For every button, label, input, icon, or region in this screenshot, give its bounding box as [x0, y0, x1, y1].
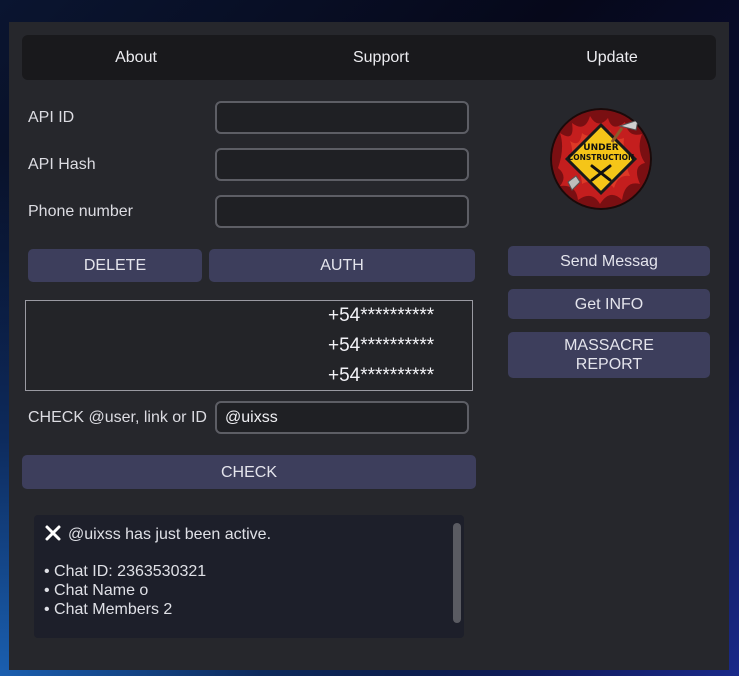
api-id-input[interactable]: [215, 101, 469, 134]
menu-bar: About Support Update: [22, 35, 716, 80]
result-panel[interactable]: @uixss has just been active. • Chat ID: …: [34, 515, 464, 638]
chat-name-text: • Chat Name o: [44, 582, 149, 599]
massacre-report-button[interactable]: MASSACRE REPORT: [508, 332, 710, 378]
status-line: @uixss has just been active.: [44, 524, 271, 544]
logo-text-under: UNDER: [583, 143, 618, 153]
check-input[interactable]: [215, 401, 469, 434]
list-item[interactable]: +54**********: [328, 335, 434, 357]
chat-id-text: • Chat ID: 2363530321: [44, 563, 207, 580]
result-scrollbar[interactable]: [453, 523, 461, 623]
menu-update[interactable]: Update: [542, 35, 682, 80]
phone-number-input[interactable]: [215, 195, 469, 228]
phone-number-list[interactable]: +54********** +54********** +54*********…: [25, 300, 473, 391]
list-item[interactable]: +54**********: [328, 305, 434, 327]
send-message-button[interactable]: Send Messag: [508, 246, 710, 276]
menu-support[interactable]: Support: [311, 35, 451, 80]
status-text: @uixss has just been active.: [68, 526, 272, 543]
logo-text-construction: CONSTRUCTION: [568, 153, 635, 162]
massacre-report-label-line2: REPORT: [575, 356, 643, 373]
api-hash-label: API Hash: [28, 156, 96, 173]
close-x-icon: [44, 524, 62, 542]
api-hash-input[interactable]: [215, 148, 469, 181]
app-window: About Support Update API ID API Hash Pho…: [9, 22, 729, 670]
under-construction-logo: UNDER CONSTRUCTION: [550, 108, 652, 210]
check-label: CHECK @user, link or ID: [28, 409, 207, 426]
get-info-button[interactable]: Get INFO: [508, 289, 710, 319]
chat-members-text: • Chat Members 2: [44, 601, 173, 618]
phone-number-label: Phone number: [28, 203, 133, 220]
api-id-label: API ID: [28, 109, 75, 126]
delete-button[interactable]: DELETE: [28, 249, 202, 282]
massacre-report-label-line1: MASSACRE: [564, 337, 654, 354]
auth-button[interactable]: AUTH: [209, 249, 475, 282]
check-button[interactable]: CHECK: [22, 455, 476, 489]
menu-about[interactable]: About: [66, 35, 206, 80]
list-item[interactable]: +54**********: [328, 365, 434, 387]
